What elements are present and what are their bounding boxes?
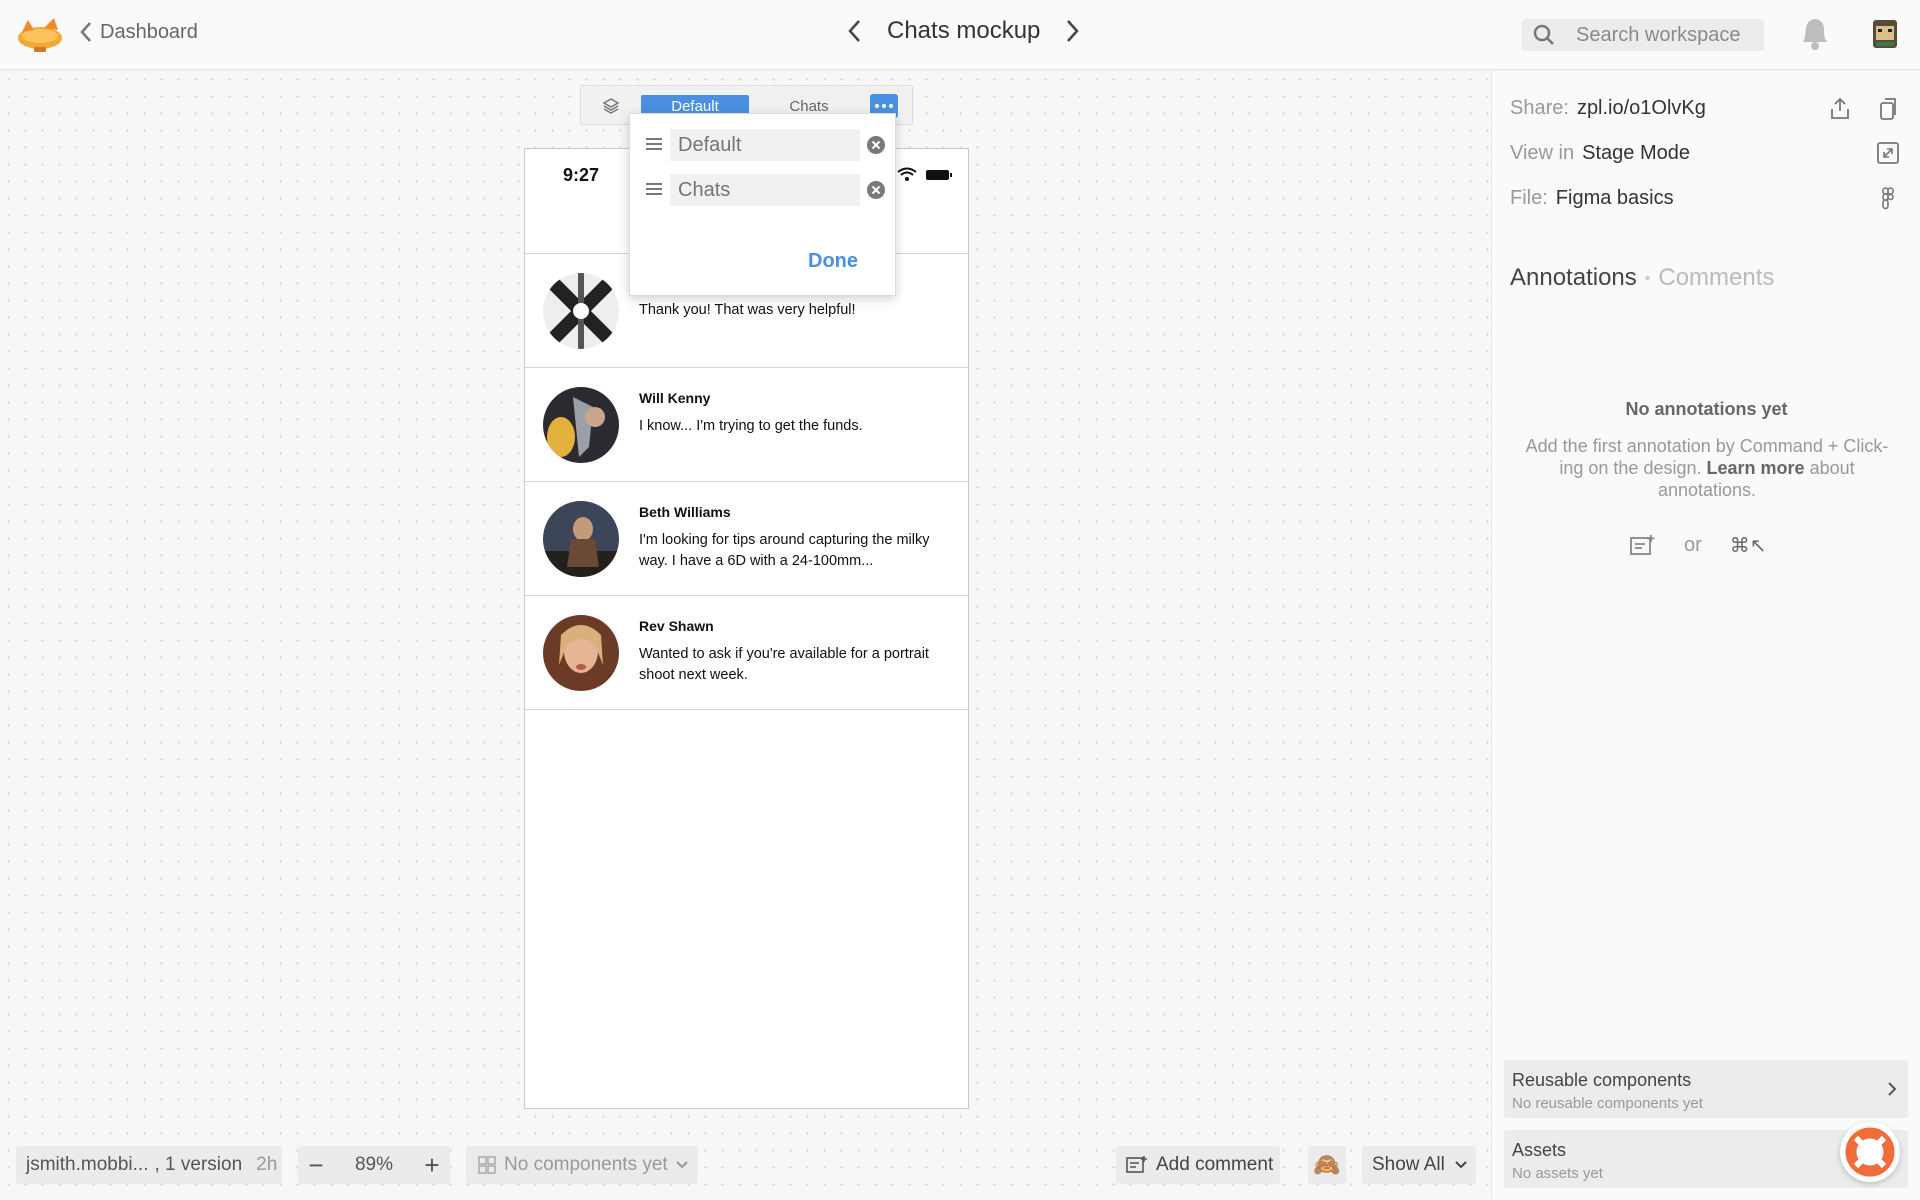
version-row <box>644 174 886 206</box>
view-in-label: View in <box>1510 142 1575 164</box>
reusable-components-subtitle: No reusable components yet <box>1512 1095 1703 1112</box>
components-grid-icon <box>478 1156 496 1174</box>
components-label: No components yet <box>504 1154 668 1175</box>
dot-icon <box>889 104 893 108</box>
zoom-out-button[interactable]: − <box>298 1146 334 1184</box>
version-count: , 1 version <box>154 1154 243 1175</box>
dot-icon <box>875 104 879 108</box>
layers-icon[interactable] <box>601 96 621 116</box>
file-label: File: <box>1510 187 1548 209</box>
chat-message-preview: I know... I'm trying to get the funds. <box>639 418 863 434</box>
chat-message-preview: I'm looking for tips around capturing th… <box>639 532 930 569</box>
wifi-icon <box>897 167 917 181</box>
dot-icon <box>882 104 886 108</box>
share-row: Share: zpl.io/o1OlvKg <box>1510 97 1706 120</box>
contact-name: Will Kenny <box>639 390 711 406</box>
or-label: or <box>1684 534 1702 556</box>
done-button[interactable]: Done <box>808 250 858 273</box>
share-label: Share: <box>1510 97 1569 119</box>
version-name-field[interactable] <box>670 129 860 161</box>
search-icon <box>1533 24 1554 45</box>
back-label: Dashboard <box>100 20 198 43</box>
notifications-bell-icon[interactable] <box>1797 16 1831 52</box>
contact-name: Beth Williams <box>639 504 731 520</box>
zoom-level: 89% <box>354 1154 394 1175</box>
reusable-components-card[interactable]: Reusable components No reusable componen… <box>1504 1060 1908 1118</box>
monkey-emoji-button[interactable]: 🙈 <box>1308 1146 1346 1184</box>
right-sidebar: Share: zpl.io/o1OlvKg View in Stage Mode F… <box>1491 71 1920 1200</box>
drag-handle-icon[interactable] <box>646 183 662 197</box>
screen-title: Chats mockup <box>887 17 1041 44</box>
contact-avatar <box>543 387 619 463</box>
previous-screen-icon[interactable] <box>845 16 865 46</box>
user-avatar[interactable] <box>1870 16 1900 52</box>
zoom-in-button[interactable]: + <box>414 1146 450 1184</box>
time-ago: 2h <box>256 1154 278 1175</box>
annotation-shortcuts: or ⌘↖ <box>1630 533 1767 558</box>
chevron-down-icon <box>675 1161 688 1169</box>
empty-state-help: Add the first annotation by Command + Cl… <box>1525 436 1889 500</box>
export-share-icon[interactable] <box>1828 97 1852 121</box>
expand-icon[interactable] <box>1876 141 1900 165</box>
chevron-left-icon <box>80 22 91 42</box>
chat-message-preview: Wanted to ask if you're available for a … <box>639 646 929 683</box>
keyboard-shortcut: ⌘↖ <box>1729 535 1767 557</box>
next-screen-icon[interactable] <box>1062 16 1082 46</box>
help-lifebuoy-icon[interactable] <box>1840 1122 1900 1182</box>
back-to-dashboard-link[interactable]: Dashboard <box>78 20 198 44</box>
author-name: jsmith.mobbi... <box>26 1154 149 1175</box>
screen-title-nav: Chats mockup <box>845 16 1082 46</box>
empty-state-title: No annotations yet <box>1625 399 1788 419</box>
add-comment-button[interactable]: Add comment <box>1116 1146 1280 1184</box>
remove-circle-icon[interactable] <box>866 180 886 200</box>
tab-annotations[interactable]: Annotations <box>1510 264 1637 291</box>
chat-list-item[interactable]: Rev Shawn Wanted to ask if you're availa… <box>525 596 968 710</box>
chevron-down-icon <box>1455 1161 1467 1169</box>
file-row: File: Figma basics <box>1510 187 1674 210</box>
remove-circle-icon[interactable] <box>866 135 886 155</box>
contact-avatar <box>543 501 619 577</box>
version-row <box>644 129 886 161</box>
view-in-row: View in Stage Mode <box>1510 142 1690 165</box>
share-link[interactable]: zpl.io/o1OlvKg <box>1577 97 1706 119</box>
chat-list-item[interactable]: Will Kenny I know... I'm trying to get t… <box>525 368 968 482</box>
copy-icon[interactable] <box>1876 97 1900 121</box>
version-info[interactable]: jsmith.mobbi... , 1 version 2h <box>16 1146 282 1184</box>
battery-icon <box>926 170 952 180</box>
annotations-tabs: Annotations • Comments <box>1510 264 1775 291</box>
stage-mode-link[interactable]: Stage Mode <box>1582 142 1690 164</box>
show-all-dropdown[interactable]: Show All <box>1362 1146 1476 1184</box>
version-name-field[interactable] <box>670 174 860 206</box>
zeplin-logo-icon[interactable] <box>14 14 66 54</box>
components-dropdown[interactable]: No components yet <box>466 1146 698 1184</box>
search-box <box>1522 19 1764 51</box>
figma-icon[interactable] <box>1876 186 1900 210</box>
reusable-components-title: Reusable components <box>1512 1070 1692 1090</box>
add-comment-icon <box>1126 1156 1147 1173</box>
add-comment-label: Add comment <box>1156 1154 1274 1175</box>
search-input[interactable] <box>1576 23 1756 47</box>
learn-more-link[interactable]: Learn more <box>1707 458 1805 478</box>
tab-comments[interactable]: Comments <box>1658 264 1774 291</box>
contact-avatar <box>543 615 619 691</box>
zoom-control: − 89% + <box>298 1146 450 1184</box>
chevron-right-icon <box>1888 1082 1897 1096</box>
drag-handle-icon[interactable] <box>646 138 662 152</box>
file-name[interactable]: Figma basics <box>1556 187 1674 209</box>
assets-subtitle: No assets yet <box>1512 1165 1603 1182</box>
contact-name: Rev Shawn <box>639 618 714 634</box>
version-editor-popover: Done <box>629 113 896 296</box>
status-bar-time: 9:27 <box>563 165 600 185</box>
top-bar: Dashboard Chats mockup <box>0 0 1920 70</box>
chat-message-preview: Thank you! That was very helpful! <box>639 302 856 318</box>
show-all-label: Show All <box>1372 1154 1445 1175</box>
chat-list: Thank you! That was very helpful! Will K… <box>525 253 968 710</box>
add-annotation-icon[interactable] <box>1630 534 1656 558</box>
contact-avatar <box>543 273 619 349</box>
chat-list-item[interactable]: Beth Williams I'm looking for tips aroun… <box>525 482 968 596</box>
